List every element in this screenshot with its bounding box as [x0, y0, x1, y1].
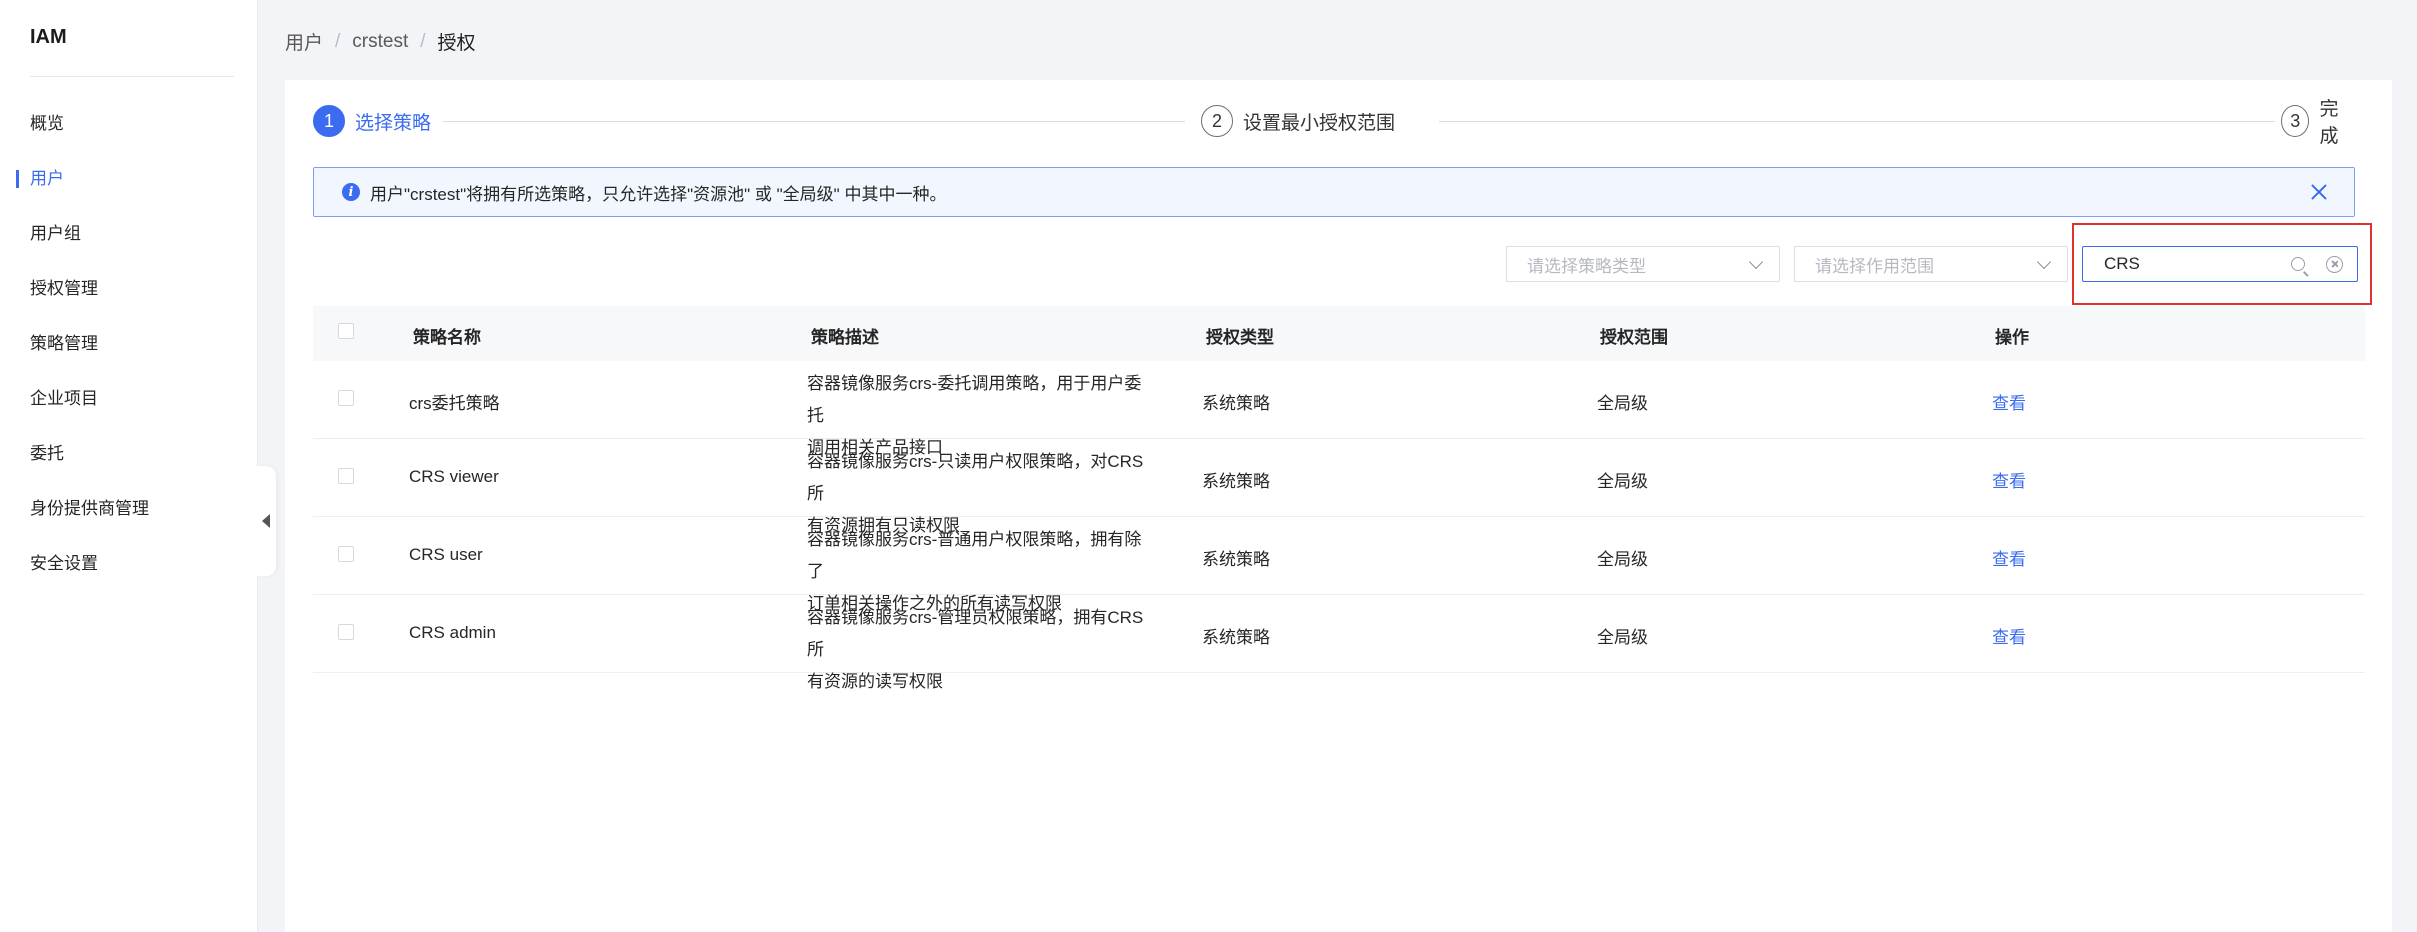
view-link[interactable]: 查看 [1992, 623, 2026, 648]
policy-scope: 全局级 [1597, 550, 1648, 569]
policy-desc: 容器镜像服务crs-管理员权限策略，拥有CRS所 有资源的读写权限 [807, 602, 1157, 698]
select-all-checkbox[interactable] [338, 323, 354, 339]
policy-name: CRS admin [409, 623, 496, 642]
sidebar-divider [30, 76, 234, 77]
chevron-down-icon [1748, 254, 1764, 270]
column-header-type: 授权类型 [1206, 328, 1274, 347]
sidebar-item-delegation[interactable]: 委托 [0, 426, 258, 481]
scope-select[interactable]: 请选择作用范围 [1794, 246, 2068, 282]
step-label: 完成 [2319, 99, 2339, 147]
sidebar-nav: 概览 用户 用户组 授权管理 策略管理 企业项目 委托 身份提供商管理 安全设置 [0, 96, 258, 591]
step-2: 2 设置最小授权范围 [1201, 104, 1395, 138]
sidebar-item-overview[interactable]: 概览 [0, 96, 258, 151]
breadcrumb-item-user[interactable]: crstest [352, 31, 408, 53]
policy-desc-line: 容器镜像服务crs-只读用户权限策略，对CRS所 [807, 452, 1144, 503]
view-link[interactable]: 查看 [1992, 545, 2026, 570]
chevron-down-icon [2036, 254, 2052, 270]
table-row: CRS admin 容器镜像服务crs-管理员权限策略，拥有CRS所 有资源的读… [313, 595, 2365, 691]
policy-type-select[interactable]: 请选择策略类型 [1506, 246, 1780, 282]
table-row: CRS viewer 容器镜像服务crs-只读用户权限策略，对CRS所 有资源拥… [313, 439, 2365, 535]
sidebar-collapse-handle[interactable] [256, 466, 276, 576]
search-input[interactable] [2104, 254, 2274, 274]
collapse-arrow-icon [262, 514, 270, 528]
row-checkbox[interactable] [338, 390, 354, 406]
policy-desc-line: 容器镜像服务crs-普通用户权限策略，拥有除了 [807, 530, 1142, 581]
table-row: CRS user 容器镜像服务crs-普通用户权限策略，拥有除了 订单相关操作之… [313, 517, 2365, 613]
policy-desc-line: 容器镜像服务crs-管理员权限策略，拥有CRS所 [807, 608, 1144, 659]
row-checkbox[interactable] [338, 624, 354, 640]
policy-name: CRS user [409, 545, 483, 564]
breadcrumb-item-current: 授权 [437, 33, 476, 54]
close-icon[interactable] [2308, 181, 2330, 203]
steps: 1 选择策略 2 设置最小授权范围 3 完成 [313, 99, 2353, 147]
search-box[interactable] [2082, 246, 2358, 282]
policy-desc-line: 有资源的读写权限 [807, 672, 943, 691]
policy-type: 系统策略 [1202, 472, 1270, 491]
sidebar-item-security[interactable]: 安全设置 [0, 536, 258, 591]
policy-desc-line: 容器镜像服务crs-委托调用策略，用于用户委托 [807, 374, 1142, 425]
row-checkbox[interactable] [338, 546, 354, 562]
step-connector [443, 121, 1185, 122]
policy-scope: 全局级 [1597, 394, 1648, 413]
policy-type: 系统策略 [1202, 628, 1270, 647]
breadcrumb: 用户 / crstest / 授权 [285, 28, 476, 55]
step-number: 1 [313, 105, 345, 137]
app-title: IAM [30, 26, 67, 48]
table-header: 策略名称 策略描述 授权类型 授权范围 操作 [313, 306, 2365, 361]
sidebar-item-identity-providers[interactable]: 身份提供商管理 [0, 481, 258, 536]
sidebar-item-user-groups[interactable]: 用户组 [0, 206, 258, 261]
step-label: 设置最小授权范围 [1243, 112, 1396, 134]
policy-type: 系统策略 [1202, 394, 1270, 413]
policy-name: CRS viewer [409, 467, 499, 486]
breadcrumb-item-users[interactable]: 用户 [285, 28, 323, 55]
view-link[interactable]: 查看 [1992, 389, 2026, 414]
alert-text: 用户"crstest"将拥有所选策略，只允许选择"资源池" 或 "全局级" 中其… [370, 184, 947, 204]
policy-scope: 全局级 [1597, 472, 1648, 491]
search-icon[interactable] [2291, 257, 2305, 271]
row-checkbox[interactable] [338, 468, 354, 484]
sidebar-item-users[interactable]: 用户 [0, 151, 258, 206]
clear-icon[interactable] [2326, 256, 2343, 273]
select-placeholder: 请选择作用范围 [1815, 256, 1934, 276]
step-1: 1 选择策略 [313, 104, 431, 138]
step-3: 3 完成 [2281, 99, 2353, 147]
step-connector [1439, 121, 2275, 122]
sidebar-item-authorization[interactable]: 授权管理 [0, 261, 258, 316]
column-header-action: 操作 [1995, 328, 2029, 347]
policy-type: 系统策略 [1202, 550, 1270, 569]
step-label: 选择策略 [355, 112, 432, 134]
step-number: 2 [1201, 105, 1233, 137]
breadcrumb-separator: / [420, 30, 426, 52]
sidebar-item-enterprise-projects[interactable]: 企业项目 [0, 371, 258, 426]
table-row: crs委托策略 容器镜像服务crs-委托调用策略，用于用户委托 调用相关产品接口… [313, 361, 2365, 457]
policy-table: 策略名称 策略描述 授权类型 授权范围 操作 crs委托策略 容器镜像服务crs… [313, 306, 2365, 691]
column-header-desc: 策略描述 [811, 328, 879, 347]
info-alert: i 用户"crstest"将拥有所选策略，只允许选择"资源池" 或 "全局级" … [313, 167, 2355, 217]
sidebar: IAM 概览 用户 用户组 授权管理 策略管理 企业项目 委托 身份提供商管理 … [0, 0, 258, 932]
column-header-name: 策略名称 [413, 328, 481, 347]
policy-scope: 全局级 [1597, 628, 1648, 647]
sidebar-item-policies[interactable]: 策略管理 [0, 316, 258, 371]
step-number: 3 [2281, 105, 2310, 137]
column-header-scope: 授权范围 [1600, 328, 1668, 347]
view-link[interactable]: 查看 [1992, 467, 2026, 492]
breadcrumb-separator: / [335, 30, 341, 52]
main-card: 1 选择策略 2 设置最小授权范围 3 完成 i 用户"crstest"将拥有所… [285, 80, 2392, 932]
select-placeholder: 请选择策略类型 [1527, 256, 1646, 276]
policy-name: crs委托策略 [409, 394, 500, 413]
info-icon: i [342, 183, 360, 201]
